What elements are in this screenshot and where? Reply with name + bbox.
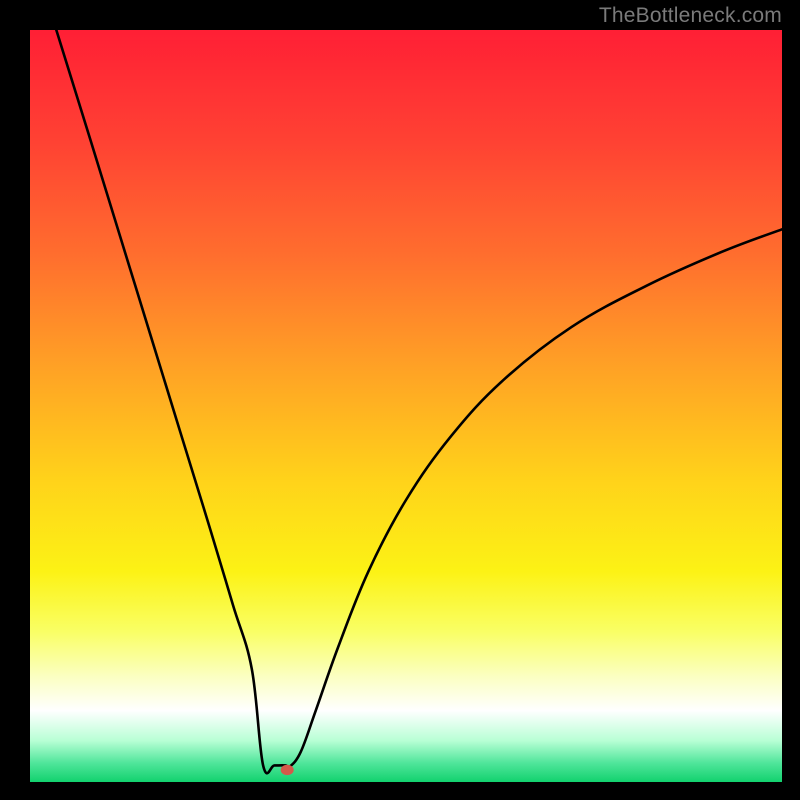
plot-background [30,30,782,782]
bottleneck-chart [0,0,800,800]
watermark-text: TheBottleneck.com [599,4,782,28]
chart-frame: TheBottleneck.com [0,0,800,800]
optimal-point-marker [281,765,294,775]
